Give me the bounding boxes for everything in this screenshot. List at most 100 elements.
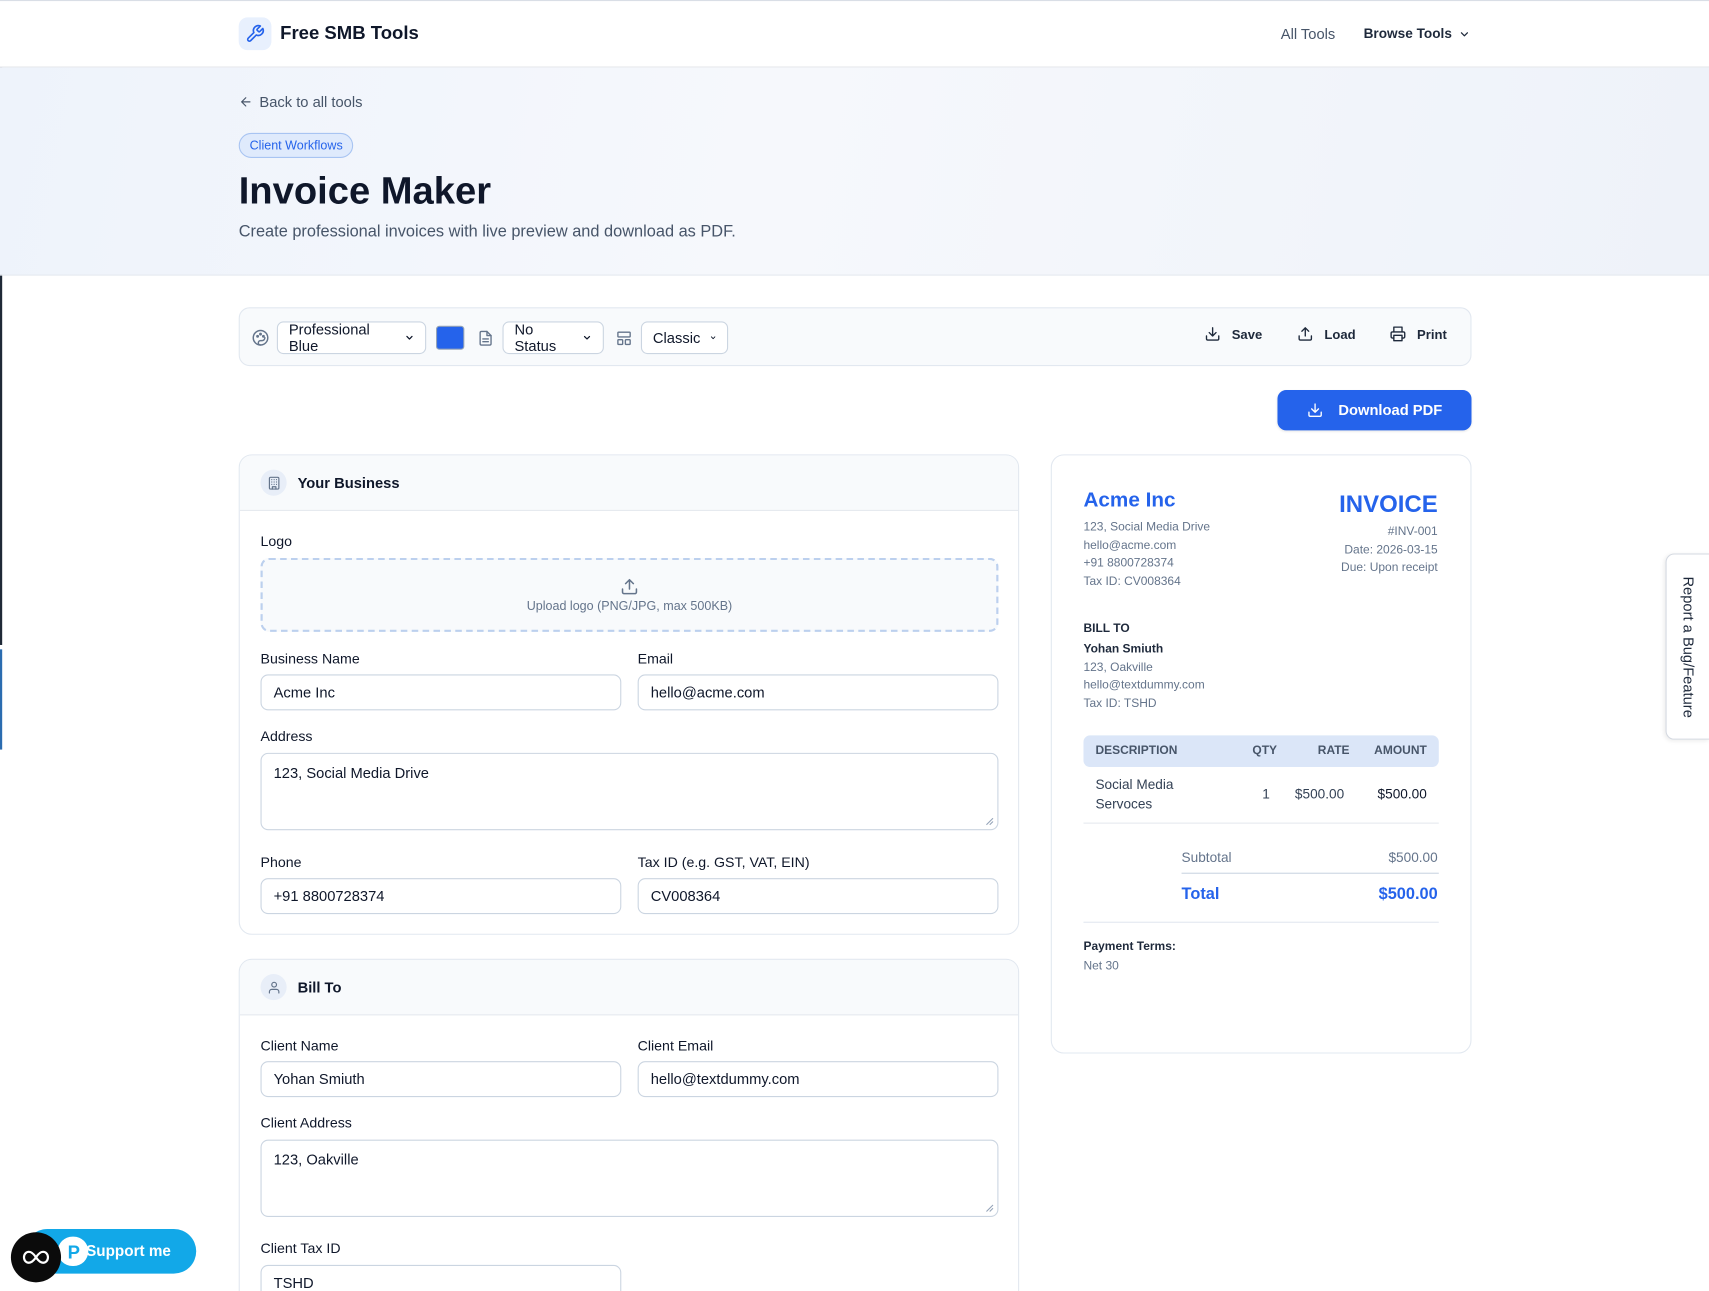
client-address-textarea[interactable]: 123, Oakville [260,1139,999,1217]
bill-to-card-header: Bill To [239,959,1019,1016]
resize-grip-icon [986,817,994,826]
preview-subtotal-label: Subtotal [1181,849,1232,866]
resize-grip-icon [986,1204,994,1212]
browse-tools-label: Browse Tools [1363,26,1452,42]
page: Free SMB Tools All Tools Browse Tools Ba… [0,0,1709,1291]
preview-invoice-number: #INV-001 [1387,525,1438,539]
preview-invoice-title: INVOICE [1339,490,1438,518]
back-link[interactable]: Back to all tools [239,94,362,110]
tax-id-label: Tax ID (e.g. GST, VAT, EIN) [637,854,810,871]
preview-client-email: hello@textdummy.com [1083,678,1205,692]
arrow-left-icon [241,97,251,107]
report-bug-label: Report a Bug/Feature [1680,576,1697,718]
line-item-description: Servoces [1095,796,1153,812]
address-value: 123, Social Media Drive [273,764,430,782]
preview-total-value: $500.00 [1378,884,1438,904]
accent-color-picker[interactable] [436,321,465,354]
invoice-preview: Acme Inc 123, Social Media Drive hello@a… [1050,454,1472,1054]
client-address-label: Client Address [260,1114,352,1131]
line-item-description: Social Media [1095,776,1174,793]
line-item-rate: $500.00 [1294,786,1345,802]
report-bug-tab[interactable]: Report a Bug/Feature [1665,553,1709,740]
preview-company-details: 123, Social Media Drive hello@acme.com +… [1083,519,1210,591]
phone-input[interactable]: +91 8800728374 [260,878,622,915]
cup-icon: P [57,1236,89,1266]
business-name-input[interactable]: Acme Inc [260,674,622,711]
chevron-down-icon [405,335,413,340]
upload-icon [1298,327,1313,341]
status-select-value: No Status [514,321,557,355]
preview-company-email: hello@acme.com [1083,538,1177,552]
layout-select[interactable]: Classic [640,321,729,355]
print-button[interactable]: Print [1390,326,1447,342]
brand-name: Free SMB Tools [280,22,419,44]
load-button[interactable]: Load [1297,326,1356,342]
theme-select-value: Professional Blue [288,321,370,355]
user-icon [260,974,287,1001]
preview-company-address: 123, Social Media Drive [1083,520,1211,534]
page-subtitle: Create professional invoices with live p… [238,222,736,241]
top-nav: Free SMB Tools All Tools Browse Tools [0,0,1709,68]
theme-select[interactable]: Professional Blue [276,321,427,355]
preview-invoice-meta: #INV-001 Date: 2026-03-15 Due: Upon rece… [1341,523,1438,577]
document-icon [477,321,493,354]
preview-payment-terms-value: Net 30 [1083,959,1119,973]
layout-icon [616,321,632,354]
layout-select-value: Classic [652,329,701,346]
client-name-input[interactable]: Yohan Smiuth [260,1061,622,1098]
column-header: DESCRIPTION [1095,744,1178,758]
preview-bill-to-label: BILL TO [1083,622,1130,636]
preview-client-tax: Tax ID: TSHD [1083,696,1157,710]
line-item-amount: $500.00 [1377,786,1427,802]
download-pdf-button[interactable]: Download PDF [1277,390,1472,431]
preview-client-details: Yohan Smiuth 123, Oakville hello@textdum… [1083,641,1204,713]
printer-icon [1390,326,1406,342]
download-pdf-label: Download PDF [1338,402,1443,419]
support-me-label: Support me [86,1242,171,1260]
client-name-label: Client Name [260,1037,339,1054]
preview-company-tax: Tax ID: CV008364 [1083,574,1181,588]
preview-total-label: Total [1181,884,1220,904]
save-button[interactable]: Save [1204,326,1262,342]
logo-upload-hint: Upload logo (PNG/JPG, max 500KB) [526,599,733,613]
client-email-input[interactable]: hello@textdummy.com [637,1061,999,1098]
divider [1181,872,1439,874]
category-badge: Client Workflows [238,132,354,158]
building-icon [260,469,287,496]
client-email-label: Client Email [637,1037,714,1054]
preview-table-header: DESCRIPTION QTY RATE AMOUNT [1083,735,1439,768]
infinity-icon[interactable] [10,1232,62,1283]
nav-all-tools-link[interactable]: All Tools [1281,26,1336,42]
load-button-label: Load [1324,326,1356,342]
table-row: Social Media Servoces 1 $500.00 $500.00 [1083,774,1439,824]
upload-icon [621,578,638,594]
logo-label: Logo [260,532,293,550]
brand[interactable]: Free SMB Tools [238,17,419,51]
page-title: Invoice Maker [238,169,492,213]
client-tax-id-label: Client Tax ID [260,1239,341,1257]
svg-text:P: P [68,1241,80,1262]
chevron-down-icon [1460,31,1469,36]
accent-color-swatch[interactable] [436,325,465,350]
phone-label: Phone [260,854,302,871]
invoice-toolbar: Professional Blue No Status Classic Save… [238,307,1472,367]
preview-company-name: Acme Inc [1083,489,1176,513]
address-label: Address [260,727,313,745]
download-icon [1205,327,1220,341]
status-select[interactable]: No Status [502,321,604,355]
logo-upload-dropzone[interactable]: Upload logo (PNG/JPG, max 500KB) [260,557,999,632]
nav-browse-tools-dropdown[interactable]: Browse Tools [1364,26,1471,41]
email-input[interactable]: hello@acme.com [637,674,999,711]
client-tax-id-input[interactable]: TSHD [260,1264,622,1291]
hero-section: Back to all tools Client Workflows Invoi… [0,67,1709,276]
tax-id-input[interactable]: CV008364 [637,878,999,915]
address-textarea[interactable]: 123, Social Media Drive [260,752,999,831]
preview-invoice-due: Due: Upon receipt [1341,561,1438,575]
wrench-icon [238,17,272,51]
line-item-qty: 1 [1262,786,1270,802]
business-card-header: Your Business [239,455,1019,511]
business-card: Your Business Logo Upload logo (PNG/JPG,… [238,454,1020,935]
preview-company-phone: +91 8800728374 [1083,556,1174,570]
preview-client-address: 123, Oakville [1083,660,1153,674]
preview-client-name: Yohan Smiuth [1083,642,1164,656]
